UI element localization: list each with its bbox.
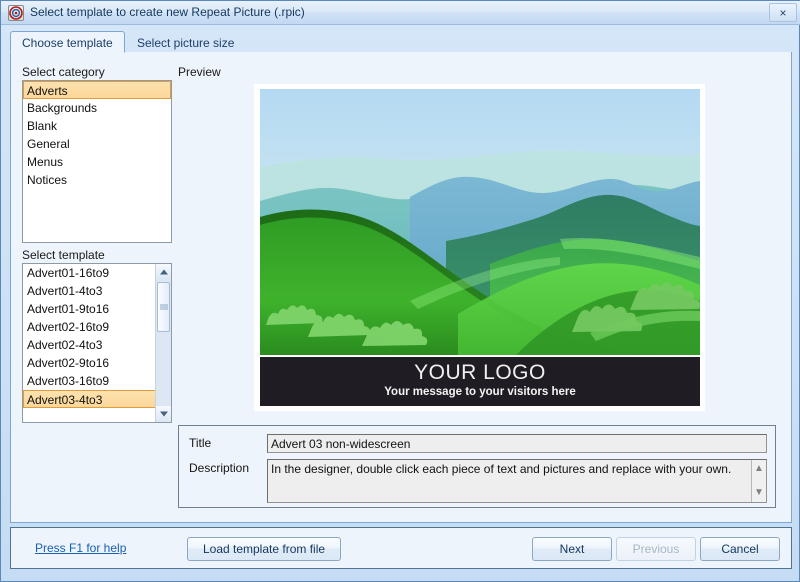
preview-label: Preview <box>178 65 221 79</box>
cancel-button[interactable]: Cancel <box>700 537 780 561</box>
tab-choose-template[interactable]: Choose template <box>10 31 125 53</box>
category-item-notices[interactable]: Notices <box>23 171 171 189</box>
description-scroll-up-icon[interactable]: ▲ <box>752 461 766 477</box>
category-item-backgrounds[interactable]: Backgrounds <box>23 99 171 117</box>
load-template-from-file-button[interactable]: Load template from file <box>187 537 341 561</box>
select-template-label: Select template <box>22 248 105 262</box>
preview-logo-banner: YOUR LOGO Your message to your visitors … <box>260 357 700 406</box>
description-label: Description <box>189 461 250 475</box>
next-button[interactable]: Next <box>532 537 612 561</box>
template-preview: YOUR LOGO Your message to your visitors … <box>255 85 704 410</box>
previous-button: Previous <box>616 537 696 561</box>
title-label: Title <box>189 436 212 450</box>
template-item-advert02-16to9[interactable]: Advert02-16to9 <box>23 318 157 336</box>
title-input[interactable]: Advert 03 non-widescreen <box>267 434 767 453</box>
preview-message-text: Your message to your visitors here <box>384 386 576 398</box>
category-item-adverts[interactable]: Adverts <box>23 81 171 99</box>
category-item-menus[interactable]: Menus <box>23 153 171 171</box>
close-icon[interactable]: × <box>769 3 797 22</box>
template-item-advert03-16to9[interactable]: Advert03-16to9 <box>23 372 157 390</box>
template-item-advert01-9to16[interactable]: Advert01-9to16 <box>23 300 157 318</box>
preview-artwork-image <box>260 89 700 355</box>
help-link[interactable]: Press F1 for help <box>35 541 126 555</box>
description-input[interactable]: In the designer, double click each piece… <box>267 459 767 503</box>
template-item-advert01-4to3[interactable]: Advert01-4to3 <box>23 282 157 300</box>
description-scrollbar[interactable]: ▲ ▼ <box>751 460 766 502</box>
category-listbox[interactable]: Adverts Backgrounds Blank General Menus … <box>22 80 172 243</box>
dialog-window: Select template to create new Repeat Pic… <box>0 0 800 582</box>
dialog-footer: Press F1 for help Load template from fil… <box>10 527 792 569</box>
template-item-advert02-4to3[interactable]: Advert02-4to3 <box>23 336 157 354</box>
category-item-general[interactable]: General <box>23 135 171 153</box>
content-pane: Select category Adverts Backgrounds Blan… <box>10 52 792 523</box>
scroll-up-arrow-icon[interactable] <box>156 264 171 280</box>
title-bar: Select template to create new Repeat Pic… <box>1 1 800 25</box>
preview-logo-text: YOUR LOGO <box>414 361 546 384</box>
template-list-scrollbar[interactable] <box>155 264 171 422</box>
tab-select-picture-size[interactable]: Select picture size <box>125 31 246 53</box>
template-item-advert01-16to9[interactable]: Advert01-16to9 <box>23 264 157 282</box>
window-title: Select template to create new Repeat Pic… <box>30 5 305 19</box>
description-text: In the designer, double click each piece… <box>271 462 732 476</box>
template-listbox[interactable]: Advert01-16to9 Advert01-4to3 Advert01-9t… <box>22 263 172 423</box>
template-item-advert02-9to16[interactable]: Advert02-9to16 <box>23 354 157 372</box>
description-scroll-down-icon[interactable]: ▼ <box>752 485 766 501</box>
template-details-group: Title Advert 03 non-widescreen Descripti… <box>178 425 776 508</box>
target-icon <box>8 5 24 21</box>
template-item-advert03-4to3[interactable]: Advert03-4to3 <box>23 390 157 408</box>
tab-strip: Choose template Select picture size <box>10 31 792 53</box>
scrollbar-thumb[interactable] <box>157 282 170 332</box>
template-list-items: Advert01-16to9 Advert01-4to3 Advert01-9t… <box>23 264 157 408</box>
scroll-down-arrow-icon[interactable] <box>156 406 171 422</box>
category-item-blank[interactable]: Blank <box>23 117 171 135</box>
select-category-label: Select category <box>22 65 105 79</box>
